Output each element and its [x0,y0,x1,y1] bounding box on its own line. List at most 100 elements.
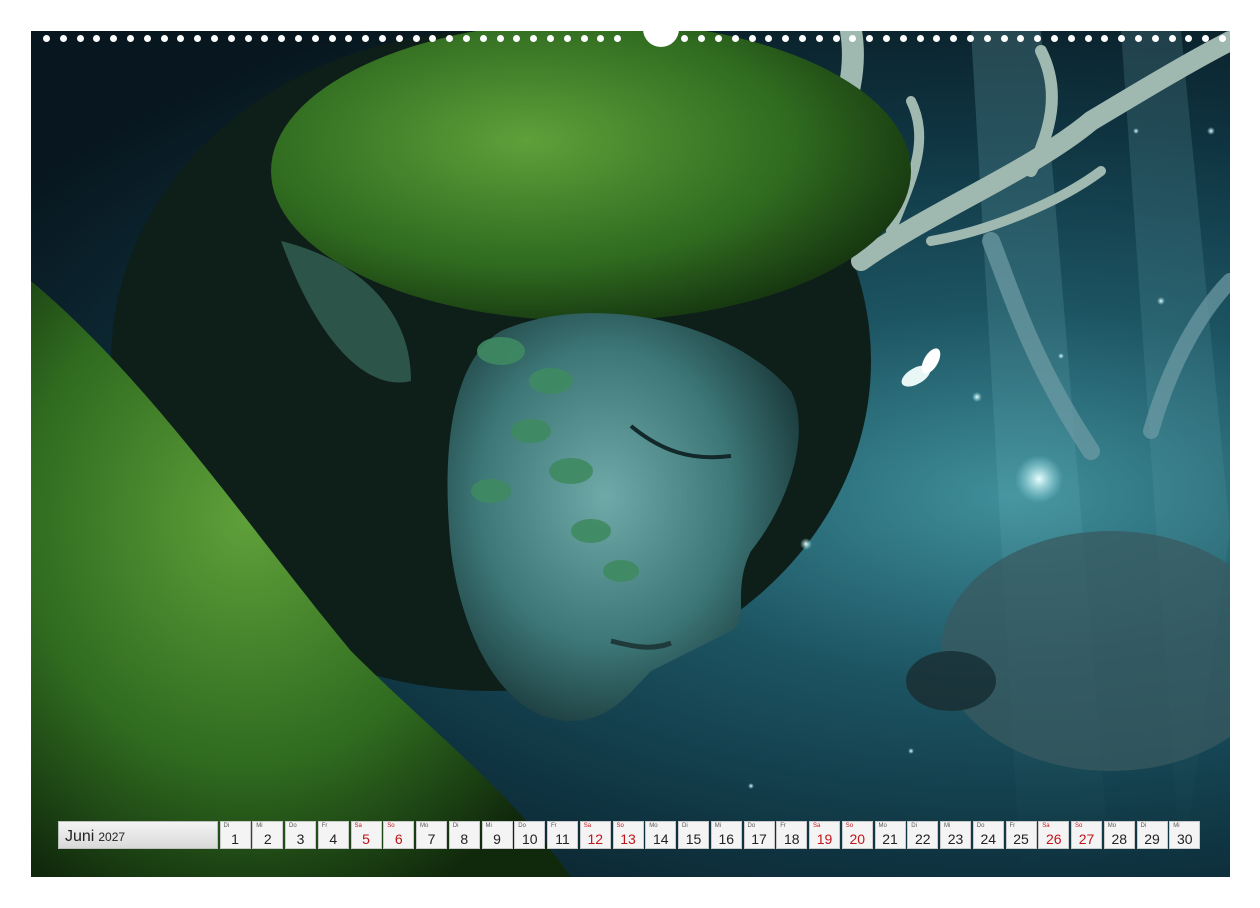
binding-hole [916,35,924,42]
glow-orb [800,538,812,550]
day-cell: Di 8 [448,821,480,849]
binding-hole [160,35,168,42]
day-cell: Di 15 [678,821,709,849]
binding-hole [311,35,319,42]
binding-hole [379,35,386,42]
weekday-label: So [845,823,854,829]
weekday-label: Mi [1173,823,1180,829]
binding-hole [194,35,202,42]
binding-hole [513,35,521,42]
day-cell: Di 22 [907,821,939,849]
binding-hole [127,35,134,42]
day-number: 21 [882,831,898,847]
glow-orb [1015,455,1063,503]
weekday-label: So [1075,823,1083,829]
day-cell: So 6 [383,821,415,849]
weekday-label: Sa [1042,823,1050,829]
day-cell: Mi 2 [252,821,284,849]
day-cell: Mi 23 [940,821,971,849]
weekday-label: Fr [780,823,786,829]
binding-hole [227,35,235,42]
day-cell: Fr 25 [1005,821,1037,849]
binding-hole [93,35,101,42]
weekday-label: Di [911,823,917,829]
day-cell: Do 24 [972,821,1004,849]
binding-hole [614,35,622,42]
moss-crown [271,31,911,321]
day-number: 15 [685,831,702,847]
binding-hole [563,35,571,42]
calendar-strip: Juni 2027 Di 1 Mi 2 Do 3 Fr 4 Sa 5 So 6 Mo 7 Di 8 Mi 9 Do 1… [58,821,1202,849]
weekday-label: Sa [583,823,592,829]
glow-orb [908,748,914,754]
day-number: 7 [427,831,436,847]
weekday-label: Sa [354,823,362,829]
day-number: 1 [231,831,239,847]
weekday-label: Mi [714,823,722,829]
month-name: Juni [65,828,95,845]
binding-hole [1168,35,1176,42]
binding-hole [110,35,118,42]
day-number: 10 [521,831,538,847]
binding-hole [244,35,252,42]
spirit-face [447,313,799,721]
day-cell: So 20 [841,821,873,849]
hanger-hole [643,23,679,47]
binding-hole [479,35,487,42]
day-number: 2 [263,831,272,847]
weekday-label: Sa [813,823,821,829]
day-number: 29 [1144,831,1160,847]
day-cell: Sa 26 [1038,821,1070,849]
binding-hole [967,35,974,42]
weekday-label: Fr [1009,823,1016,829]
binding-hole [866,35,874,42]
day-number: 27 [1078,831,1095,847]
glow-orb [748,783,754,789]
day-number: 17 [751,831,767,847]
day-number: 4 [329,831,338,847]
binding-hole [1067,35,1075,42]
weekday-label: So [616,823,624,829]
fantasy-artwork-illustration [31,31,1230,877]
binding-hole [597,35,605,42]
binding-hole [715,35,722,42]
day-number: 24 [980,831,997,847]
day-cell: Mo 14 [645,821,677,849]
binding-hole [463,35,470,42]
day-cell: Sa 5 [350,821,382,849]
binding-hole [815,35,823,42]
binding-hole [1051,35,1058,42]
binding-hole [899,35,907,42]
month-year: 2027 [98,830,126,844]
day-cell: Mi 30 [1169,821,1201,849]
binding-hole [983,35,991,42]
binding-hole [1151,35,1159,42]
spiral-binding [31,23,1230,47]
binding-hole [832,35,840,42]
binding-hole [496,35,504,42]
day-number: 13 [620,831,636,847]
binding-hole [412,35,420,42]
day-cell: Mo 28 [1103,821,1135,849]
binding-hole [43,35,50,42]
day-cell: Mi 9 [481,821,513,849]
glow-orb [1207,127,1215,135]
day-number: 6 [394,831,403,847]
binding-hole [362,35,370,42]
weekday-label: Do [747,823,756,829]
month-label: Juni 2027 [58,821,218,849]
forest-spirit-photo [31,31,1230,877]
day-cell: Sa 19 [809,821,840,849]
day-number: 25 [1013,831,1029,847]
binding-hole [765,35,773,42]
glow-orb [972,392,982,402]
binding-hole [530,35,538,42]
day-cell: Mi 16 [710,821,742,849]
binding-hole [950,35,958,42]
weekday-label: Di [682,823,688,829]
binding-hole [395,35,403,42]
binding-hole [1135,35,1142,42]
glow-orb [1058,353,1064,359]
weekday-label: Di [223,823,230,829]
weekday-label: Mi [485,823,492,829]
